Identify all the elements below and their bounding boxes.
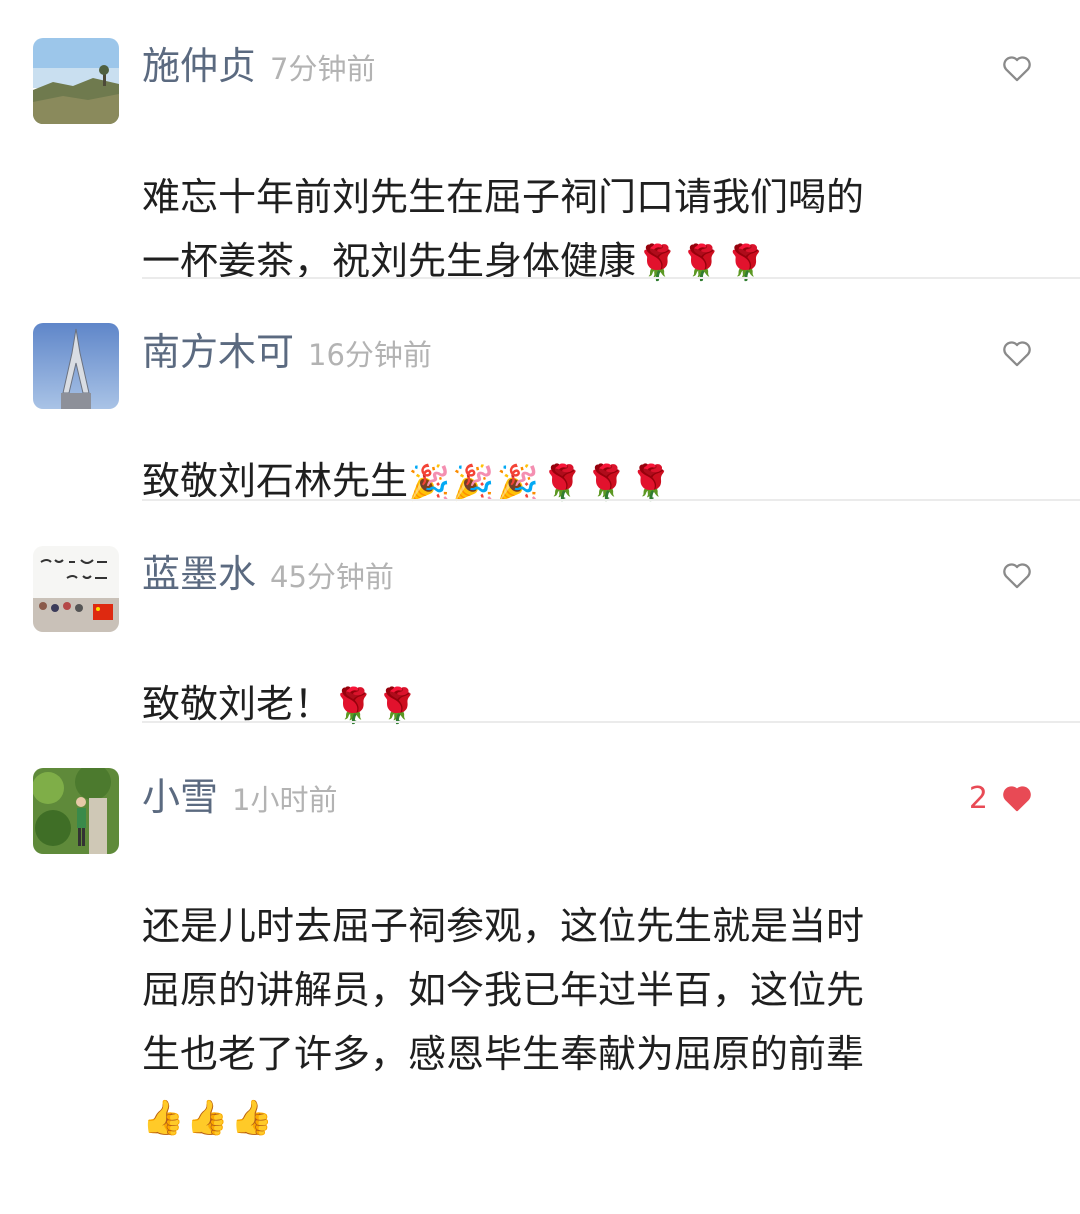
like-button[interactable]: 2 [969, 770, 1034, 826]
username[interactable]: 南方木可 [142, 324, 294, 380]
comment-time: 16分钟前 [308, 338, 432, 372]
like-button[interactable] [1000, 40, 1034, 96]
comment-time: 45分钟前 [270, 560, 394, 594]
like-button[interactable] [1000, 547, 1034, 603]
rose-emoji-group: 🌹🌹 [332, 686, 421, 726]
comment-text: 致敬刘老！🌹🌹 [142, 608, 942, 738]
comment-body: 还是儿时去屈子祠参观，这位先生就是当时 屈原的讲解员，如今我已年过半百，这位先 … [142, 904, 865, 1076]
heart-filled-icon[interactable] [1000, 781, 1034, 815]
comment-text: 难忘十年前刘先生在屈子祠门口请我们喝的 一杯姜茶，祝刘先生身体健康🌹🌹🌹 [142, 101, 942, 295]
username[interactable]: 小雪 [142, 769, 218, 825]
comment-text: 致敬刘石林先生🎉🎉🎉🌹🌹🌹 [142, 385, 942, 515]
mountain-landscape-avatar [33, 38, 119, 124]
comment-body: 致敬刘老！ [142, 682, 333, 726]
statue-sky-avatar [33, 323, 119, 409]
username[interactable]: 蓝墨水 [142, 546, 256, 602]
user-avatar[interactable] [33, 38, 119, 124]
calligraphy-crowd-avatar [33, 546, 119, 632]
divider [142, 721, 1080, 723]
divider [142, 277, 1080, 279]
user-avatar[interactable] [33, 768, 119, 854]
comment-time: 1小时前 [232, 783, 338, 817]
party-rose-emoji-group: 🎉🎉🎉🌹🌹🌹 [408, 463, 675, 503]
user-avatar[interactable] [33, 323, 119, 409]
heart-outline-icon[interactable] [1000, 336, 1034, 370]
like-count: 2 [968, 780, 988, 816]
heart-outline-icon[interactable] [1000, 558, 1034, 592]
comment-body: 致敬刘石林先生 [142, 459, 409, 503]
username[interactable]: 施仲贞 [142, 38, 256, 94]
garden-person-avatar [33, 768, 119, 854]
user-avatar[interactable] [33, 546, 119, 632]
thumbs-up-emoji-group: 👍👍👍 [142, 1098, 276, 1138]
like-button[interactable] [1000, 325, 1034, 381]
divider [142, 499, 1080, 501]
heart-outline-icon[interactable] [1000, 51, 1034, 85]
comment-text: 还是儿时去屈子祠参观，这位先生就是当时 屈原的讲解员，如今我已年过半百，这位先 … [142, 830, 942, 1214]
comment-time: 7分钟前 [270, 52, 376, 86]
